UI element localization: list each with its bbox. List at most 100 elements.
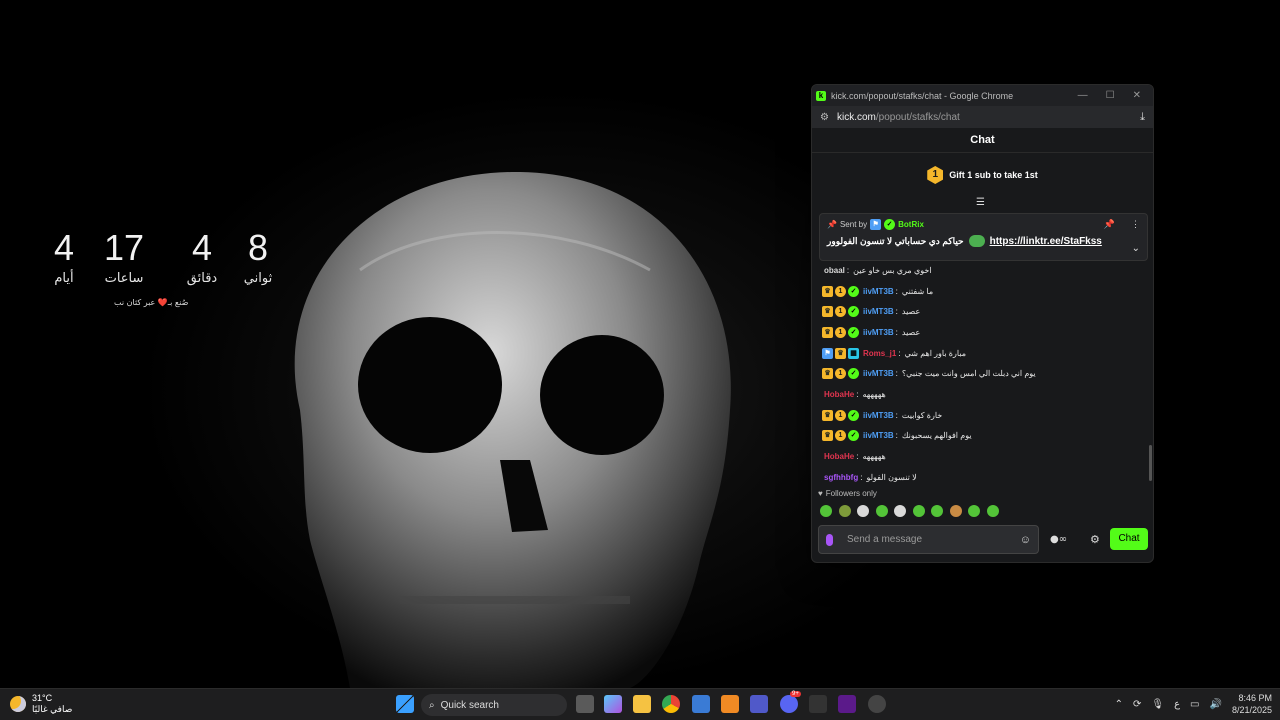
chat-username[interactable]: iivMT3B [863, 287, 894, 296]
next-app-icon[interactable] [838, 695, 856, 713]
copilot-icon[interactable] [604, 695, 622, 713]
chat-message[interactable]: sgfhhbfg: لا تنسون الفولو [822, 467, 1142, 482]
chat-message[interactable]: ♛ 1 ✓ iivMT3B: ما شفتني [822, 281, 1142, 302]
close-button[interactable]: ✕ [1133, 90, 1141, 101]
gear-icon[interactable]: ⚙ [1090, 533, 1100, 546]
chat-message[interactable]: ♛ 1 ✓ iivMT3B: خارة كوابيت [822, 405, 1142, 426]
chat-messages-list[interactable]: obaal: اخوي مري بس خاو عين ♛ 1 ✓ iivMT3B: ما ش… [822, 260, 1142, 482]
chat-username[interactable]: Roms_j1 [863, 349, 896, 358]
chat-username[interactable]: iivMT3B [863, 328, 894, 337]
unpin-icon[interactable]: 📌 [1104, 219, 1115, 230]
more-options-icon[interactable]: ⋮ [1131, 219, 1140, 230]
task-view-icon[interactable] [576, 695, 594, 713]
taskbar-search[interactable]: ⌕ Quick search [421, 694, 567, 716]
app-icon[interactable] [868, 695, 886, 713]
mic-icon[interactable] [826, 533, 833, 546]
chat-username[interactable]: HobaHe [824, 452, 854, 461]
subscriber-crown-icon: ♛ [822, 326, 833, 338]
pinned-sender[interactable]: BotRix [898, 220, 924, 229]
maximize-button[interactable]: ☐ [1106, 90, 1115, 101]
verified-badge-icon: ✓ [848, 368, 859, 380]
chat-username[interactable]: sgfhhbfg [824, 473, 858, 482]
chevron-down-icon[interactable]: ⌄ [1132, 243, 1140, 254]
send-chat-button[interactable]: Chat [1110, 528, 1148, 550]
chat-username[interactable]: iivMT3B [863, 411, 894, 420]
weather-widget[interactable]: 31°C صافي غالبًا [10, 693, 72, 715]
chat-filter-icon[interactable]: ☰ [976, 197, 985, 208]
search-icon: ⌕ [429, 699, 435, 711]
address-bar[interactable]: ⚙ kick.com/popout/stafks/chat ⤓ [812, 106, 1153, 128]
verified-badge-icon: ✓ [848, 430, 859, 442]
clock[interactable]: 8:46 PM 8/21/2025 [1232, 692, 1272, 716]
emote-icon[interactable] [912, 505, 925, 517]
store-icon[interactable] [692, 695, 710, 713]
emote-icon[interactable] [857, 505, 869, 517]
mic-icon[interactable]: 🎙 [1151, 699, 1164, 710]
emote-icon[interactable] [894, 505, 906, 517]
chat-scrollbar[interactable] [1149, 445, 1152, 481]
weather-temperature: 31°C [32, 693, 53, 703]
file-explorer-icon[interactable] [633, 695, 651, 713]
gift-subs-bar[interactable]: 1 Gift 1 sub to take 1st [812, 153, 1153, 197]
minimize-button[interactable]: — [1078, 90, 1088, 101]
emote-icon[interactable] [986, 505, 999, 517]
chat-username[interactable]: obaal [824, 266, 845, 275]
download-icon[interactable]: ⤓ [1140, 111, 1145, 124]
chat-message-text: خارة كوابيت [901, 410, 943, 420]
pinned-sent-by-label: Sent by [839, 220, 868, 229]
app-icon[interactable] [721, 695, 739, 713]
window-titlebar[interactable]: k kick.com/popout/stafks/chat - Google C… [812, 85, 1153, 106]
discord-icon[interactable] [780, 695, 798, 713]
network-icon[interactable]: ▭ [1190, 699, 1199, 710]
chevron-up-icon[interactable]: ⌃ [1115, 699, 1123, 710]
system-tray: ⌃ ⟳ 🎙 ع ▭ 🔊 8:46 PM 8/21/2025 [1115, 692, 1272, 716]
language-indicator[interactable]: ع [1174, 699, 1180, 710]
quick-emote-row [820, 505, 999, 517]
heart-icon: ♥ [818, 489, 823, 498]
seconds-value: 8 [247, 227, 269, 268]
emote-icon[interactable] [931, 505, 943, 517]
emote-icon[interactable] [820, 505, 832, 517]
chat-message[interactable]: ♛ 1 ✓ iivMT3B: عصيد [822, 301, 1142, 322]
chat-separator: : [895, 327, 898, 337]
site-settings-icon[interactable]: ⚙ [820, 112, 829, 123]
message-input[interactable]: Send a message ☺ [818, 525, 1039, 554]
desktop-wallpaper: 8 ثواني 4 دقائق 17 ساعات 4 أيام صُنع بـ❤… [0, 0, 1280, 688]
kick-points-icon[interactable]: ●∞ [1050, 534, 1067, 545]
emoji-picker-icon[interactable]: ☺ [1020, 534, 1031, 546]
volume-icon[interactable]: 🔊 [1210, 699, 1222, 710]
chat-message[interactable]: ♛ 1 ✓ iivMT3B: يوم اني دبلت الي امس وانت ميت… [822, 363, 1142, 384]
url-host: kick.com [836, 111, 876, 123]
game-icon[interactable] [809, 695, 827, 713]
chrome-icon[interactable] [662, 695, 680, 713]
chat-message[interactable]: HobaHe: هههههه [822, 384, 1142, 405]
emote-icon[interactable] [875, 505, 888, 517]
window-controls: — ☐ ✕ [1078, 90, 1141, 101]
chat-username[interactable]: iivMT3B [863, 307, 894, 316]
minutes-value: 4 [191, 227, 213, 268]
chat-username[interactable]: iivMT3B [863, 431, 894, 440]
subscriber-crown-icon: ♛ [822, 430, 833, 442]
chat-message-text: عصيد [901, 307, 921, 317]
sync-icon[interactable]: ⟳ [1133, 699, 1141, 710]
gift-leader-badge-icon: 1 [927, 166, 944, 184]
og-badge-icon: ▦ [848, 347, 859, 359]
message-input-placeholder: Send a message [847, 534, 923, 545]
chat-message[interactable]: obaal: اخوي مري بس خاو عين [822, 260, 1142, 281]
teams-icon[interactable] [750, 695, 768, 713]
chat-username[interactable]: iivMT3B [863, 369, 894, 378]
emote-icon[interactable] [949, 505, 962, 517]
chat-message[interactable]: ♛ 1 ✓ iivMT3B: يوم افوالهم يسحبونك [822, 426, 1142, 447]
chat-message[interactable]: ♛ 1 ✓ iivMT3B: عصيد [822, 322, 1142, 343]
emote-icon[interactable] [968, 505, 980, 517]
chat-message[interactable]: ⚑ ♛ ▦ Roms_j1: مبارة باور اهم شي [822, 343, 1142, 364]
pin-icon: 📌 [827, 220, 837, 229]
countdown-hours: 17 ساعات [94, 228, 154, 288]
pinned-link[interactable]: https://linktr.ee/StaFkss [990, 236, 1102, 247]
chat-username[interactable]: HobaHe [824, 390, 854, 399]
windows-start-icon[interactable] [396, 695, 414, 713]
emote-icon[interactable] [838, 505, 851, 517]
followers-only-label: Followers only [825, 489, 877, 498]
chat-message-text: اخوي مري بس خاو عين [853, 265, 932, 275]
chat-message[interactable]: HobaHe: هههههه [822, 446, 1142, 467]
